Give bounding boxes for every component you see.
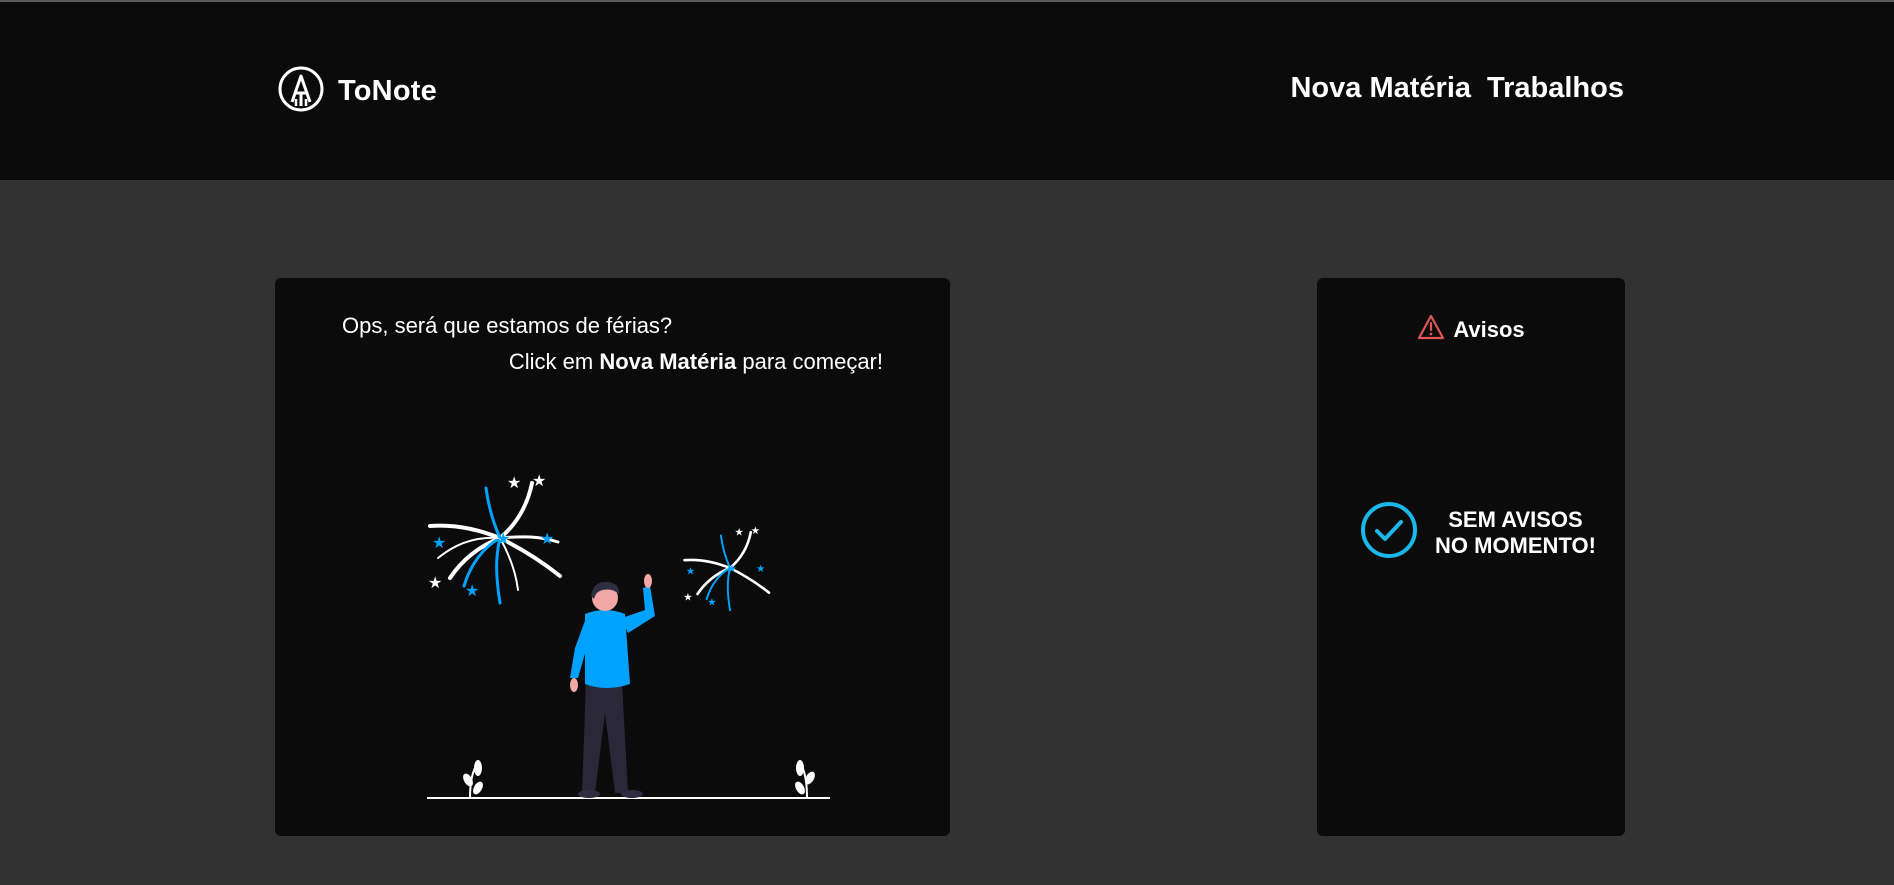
firework-large: ★ ★ ★ ★ ★ ★ ★ <box>428 473 562 605</box>
message-bold-link-text: Nova Matéria <box>599 349 737 374</box>
empty-message-line1: Ops, será que estamos de férias? <box>342 313 673 338</box>
svg-text:★: ★ <box>532 473 546 490</box>
svg-text:★: ★ <box>507 475 521 492</box>
svg-text:★: ★ <box>751 526 760 537</box>
nav-trabalhos[interactable]: Trabalhos <box>1487 72 1624 105</box>
svg-text:★: ★ <box>496 531 510 548</box>
no-notices-state: SEM AVISOS NO MOMENTO! <box>1359 500 1596 565</box>
notices-card: Avisos SEM AVISOS NO MOMENTO! <box>1317 278 1625 836</box>
brand-name: ToNote <box>338 74 437 107</box>
no-notices-text: SEM AVISOS NO MOMENTO! <box>1435 507 1596 559</box>
empty-subjects-card: Ops, será que estamos de férias? Click e… <box>275 278 950 836</box>
message-prefix: Click em <box>508 349 600 374</box>
svg-text:★: ★ <box>432 535 446 552</box>
pencil-circle-icon <box>278 66 324 117</box>
plant-right <box>795 760 815 799</box>
svg-text:★: ★ <box>756 564 765 575</box>
svg-text:★: ★ <box>540 531 554 548</box>
notices-title: Avisos <box>1453 316 1525 342</box>
svg-text:★: ★ <box>465 583 479 600</box>
main-nav: Nova Matéria Trabalhos <box>1290 72 1624 105</box>
svg-text:★: ★ <box>428 575 442 592</box>
check-circle-icon <box>1359 500 1419 565</box>
plant-left <box>463 760 483 799</box>
fireworks-illustration: ★ ★ ★ ★ ★ ★ ★ ★ ★ ★ ★ ★ ★ ★ <box>400 428 846 808</box>
brand-logo-link[interactable]: ToNote <box>278 66 437 116</box>
empty-message-line2: Click em Nova Matéria para começar! <box>509 349 883 375</box>
message-suffix: para começar! <box>736 349 883 374</box>
no-notices-line1: SEM AVISOS <box>1448 506 1583 532</box>
svg-text:★: ★ <box>683 593 692 604</box>
person-figure <box>570 574 655 798</box>
no-notices-line2: NO MOMENTO! <box>1435 532 1596 558</box>
svg-text:★: ★ <box>735 528 744 539</box>
nav-nova-materia[interactable]: Nova Matéria <box>1290 72 1471 105</box>
svg-text:★: ★ <box>686 567 695 578</box>
header: ToNote Nova Matéria Trabalhos <box>0 2 1894 180</box>
svg-text:★: ★ <box>707 598 716 609</box>
warning-triangle-icon <box>1417 314 1445 345</box>
notices-header: Avisos <box>1317 314 1625 345</box>
svg-text:★: ★ <box>727 564 736 575</box>
firework-small: ★ ★ ★ ★ ★ ★ ★ <box>683 526 771 612</box>
